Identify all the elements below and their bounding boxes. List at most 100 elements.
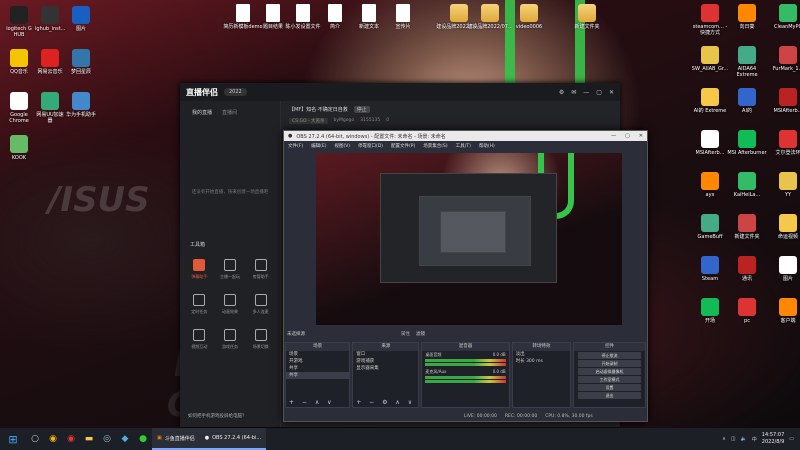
tool-item[interactable]: 定时任务	[184, 294, 215, 315]
desktop-icon[interactable]: FurMark_1...	[768, 46, 800, 72]
desktop-icon[interactable]: KaiHeiLa...	[727, 172, 767, 198]
desktop-icon[interactable]: CleanMyPC	[768, 4, 800, 30]
desktop-icon[interactable]: 图片	[66, 6, 96, 32]
scene-item[interactable]: 开游戏	[286, 358, 349, 365]
desktop-icon[interactable]: QQ音乐	[4, 49, 34, 75]
scene-item[interactable]: 共享	[286, 372, 350, 379]
maximize-icon[interactable]: ▢	[596, 89, 602, 96]
maximize-icon[interactable]: ▢	[625, 133, 630, 139]
desktop-icon[interactable]: 图片	[768, 256, 800, 282]
obs-menu-item[interactable]: 停靠窗口(D)	[358, 143, 383, 149]
tool-item[interactable]: 弹幕助手	[184, 259, 215, 280]
app-icon[interactable]: ◆	[116, 428, 134, 450]
control-button[interactable]: 设置	[578, 384, 642, 391]
desktop-icon[interactable]: ayx	[690, 172, 730, 198]
desktop-icon[interactable]: 宣传片	[380, 4, 426, 30]
desktop-icon[interactable]: 艾尔登法环	[768, 130, 800, 156]
tab-my-live[interactable]: 我的直播	[192, 109, 212, 116]
desktop-icon[interactable]: 梦回星辰	[66, 49, 96, 75]
tool-item[interactable]: 游戏任务	[215, 329, 246, 350]
tool-item[interactable]: 动画效果	[215, 294, 246, 315]
desktop-icon[interactable]: 客户端	[768, 298, 800, 324]
desktop-icon[interactable]: 新建文件夹	[564, 4, 610, 30]
tab-live-room[interactable]: 直播间	[222, 109, 237, 116]
desktop-icon[interactable]: MSIAfterb...	[768, 88, 800, 114]
clock[interactable]: 14:57:07 2022/8/9	[762, 432, 784, 446]
desktop-icon[interactable]: 开场	[690, 298, 730, 324]
transition-duration[interactable]: 时长 300 ms	[513, 358, 570, 365]
desktop-icon[interactable]: MSIAfterb...	[690, 130, 730, 156]
obs-menu-item[interactable]: 场景集合(S)	[423, 143, 447, 149]
filters-button[interactable]: 滤镜	[416, 331, 425, 337]
volume-icon[interactable]: 🔈	[741, 436, 747, 442]
desktop-icon[interactable]: 向日葵	[727, 4, 767, 30]
task-live-companion[interactable]: ▣ 斗鱼直播伴侣	[152, 428, 200, 450]
chrome-icon[interactable]: ◉	[44, 428, 62, 450]
scene-item[interactable]: 场景	[286, 351, 349, 358]
desktop-icon[interactable]: SW_AllAB_Gr...	[690, 46, 730, 72]
properties-button[interactable]: 属性	[401, 331, 410, 337]
notification-icon[interactable]: ▭	[789, 436, 794, 442]
obs-menu-item[interactable]: 编辑(E)	[311, 143, 326, 149]
obs-menu-item[interactable]: 帮助(H)	[479, 143, 495, 149]
transition-select[interactable]: 淡出	[513, 351, 570, 358]
tool-item[interactable]: 多人连麦	[245, 294, 276, 315]
close-icon[interactable]: ✕	[609, 89, 614, 96]
tool-item[interactable]: 视频互动	[184, 329, 215, 350]
search-icon[interactable]: ○	[26, 428, 44, 450]
sources-controls[interactable]: + − ⚙ ∧ ∨	[353, 399, 418, 407]
obs-menu-item[interactable]: 文件(F)	[288, 143, 303, 149]
desktop-icon[interactable]: 网易UU加速器	[35, 92, 65, 124]
desktop-icon[interactable]: YY	[768, 172, 800, 198]
source-item[interactable]: 游戏捕获	[353, 358, 418, 365]
control-button[interactable]: 工作室模式	[578, 376, 642, 383]
network-icon[interactable]: ◫	[731, 436, 736, 442]
desktop-icon[interactable]: Google Chrome	[4, 92, 34, 124]
control-button[interactable]: 启动虚拟摄像机	[578, 368, 642, 375]
desktop-icon[interactable]: video0006	[506, 4, 552, 30]
desktop-icon[interactable]: 通讯	[727, 256, 767, 282]
settings-icon[interactable]: ⚙	[559, 89, 564, 96]
desktop-icon[interactable]: MSI Afterburner	[727, 130, 767, 156]
desktop-icon[interactable]: lghub_inst...	[35, 6, 65, 32]
control-button[interactable]: 退出	[578, 392, 642, 399]
desktop-icon[interactable]: 华为手机助手	[66, 92, 96, 118]
minimize-icon[interactable]: —	[611, 133, 616, 139]
desktop-icon[interactable]: AI的	[727, 88, 767, 114]
desktop-icon[interactable]: AIDA64 Extreme	[727, 46, 767, 78]
netease-music-icon[interactable]: ◉	[62, 428, 80, 450]
desktop-icon[interactable]: GameBuff	[690, 214, 730, 240]
desktop-icon[interactable]: Steam	[690, 256, 730, 282]
control-button[interactable]: 开始录制	[578, 360, 642, 367]
ime-icon[interactable]: 中	[752, 436, 757, 443]
volume-slider[interactable]	[425, 363, 506, 366]
start-button[interactable]: ⊞	[0, 428, 26, 450]
obs-menu-item[interactable]: 工具(T)	[456, 143, 471, 149]
desktop-icon[interactable]: 命运视频	[768, 214, 800, 240]
tray-expand-icon[interactable]: ∧	[722, 436, 726, 442]
tool-item[interactable]: 房管助手	[245, 259, 276, 280]
desktop-icon[interactable]: pc	[727, 298, 767, 324]
scenes-controls[interactable]: + − ∧ ∨	[286, 399, 349, 407]
desktop-icon[interactable]: KOOK	[4, 135, 34, 161]
steam-icon[interactable]: ◎	[98, 428, 116, 450]
source-item[interactable]: 窗口	[353, 351, 418, 358]
wechat-icon[interactable]: ●	[134, 428, 152, 450]
tool-item[interactable]: 主播一起玩	[215, 259, 246, 280]
desktop-icon[interactable]: 网易云音乐	[35, 49, 65, 75]
obs-menu-item[interactable]: 配置文件(P)	[391, 143, 415, 149]
close-icon[interactable]: ✕	[639, 133, 643, 139]
desktop-icon[interactable]: 新建文件夹	[727, 214, 767, 240]
obs-menu-item[interactable]: 视图(V)	[334, 143, 350, 149]
desktop-icon[interactable]: AI的 Extreme	[690, 88, 730, 114]
help-link[interactable]: 如何把手机游戏投屏给电脑？	[188, 413, 247, 419]
control-button[interactable]: 停止推流	[578, 352, 642, 359]
obs-preview[interactable]	[316, 153, 622, 325]
source-item[interactable]: 显示器采集	[353, 365, 418, 372]
stop-live-badge[interactable]: 停止	[353, 106, 370, 113]
task-obs[interactable]: ● OBS 27.2.4 (64-bi...	[199, 428, 267, 450]
desktop-icon[interactable]: logitech G HUB	[4, 6, 34, 38]
scene-item[interactable]: 共享	[286, 365, 349, 372]
volume-slider[interactable]	[425, 380, 506, 383]
desktop-icon[interactable]: steamcom... - 快捷方式	[690, 4, 730, 36]
